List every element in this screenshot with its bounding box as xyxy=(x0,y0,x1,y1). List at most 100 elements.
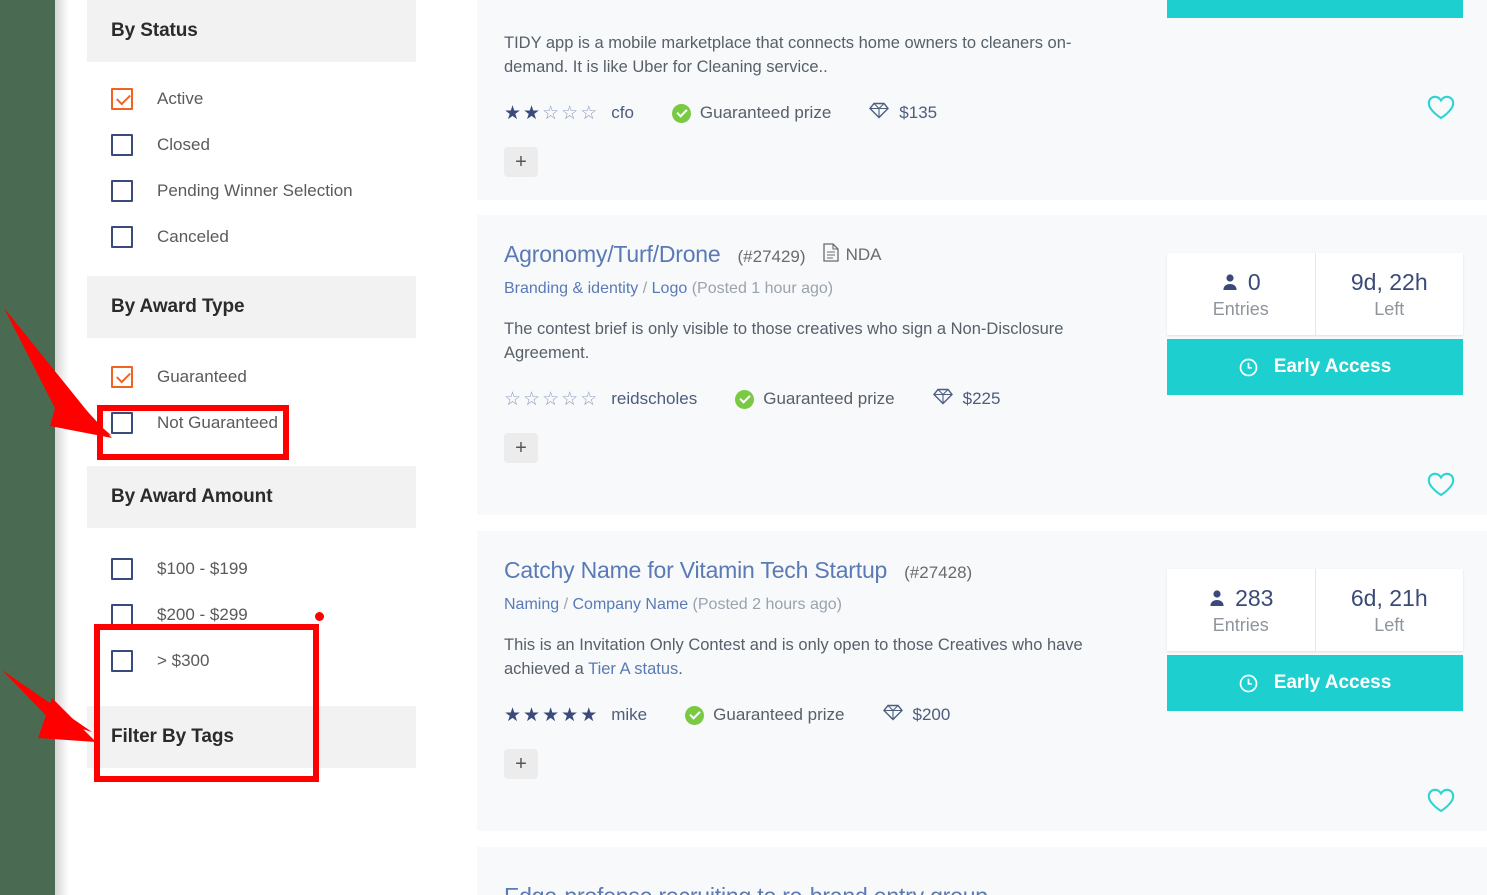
early-access-label: Early Access xyxy=(1273,356,1392,377)
checkbox-option-canceled[interactable]: Canceled xyxy=(111,222,392,252)
diamond-icon xyxy=(869,102,890,124)
filter-section-title-by-award-amount: By Award Amount xyxy=(87,466,416,528)
entries-label: Entries xyxy=(1212,614,1269,635)
check-circle-icon xyxy=(735,389,755,409)
checkbox-label-guaranteed: Guaranteed xyxy=(157,367,247,386)
guaranteed-prize-label: Guaranteed prize xyxy=(713,705,845,725)
add-to-list-button[interactable]: + xyxy=(504,146,538,177)
contest-breadcrumb: Naming / Company Name (Posted 2 hours ag… xyxy=(504,596,842,613)
checkbox-option-active[interactable]: Active xyxy=(111,84,392,114)
checkbox-pending-winner-selection[interactable] xyxy=(111,180,133,202)
filter-options-by-status: Active Closed Pending Winner Selection C… xyxy=(87,62,416,276)
diamond-icon xyxy=(932,388,953,410)
nda-label: NDA xyxy=(845,245,882,264)
annotation-dot xyxy=(315,612,324,621)
check-circle-icon xyxy=(671,103,691,123)
filter-section-by-status: By Status Active Closed Pending Winner S… xyxy=(87,0,416,276)
contest-title[interactable]: Catchy Name for Vitamin Tech Startup xyxy=(504,557,887,584)
contest-description: TIDY app is a mobile marketplace that co… xyxy=(504,34,1072,76)
early-access-label: Early Access xyxy=(1273,672,1392,693)
prize-amount: $135 xyxy=(869,102,937,124)
prize-amount: $225 xyxy=(932,388,1001,410)
clock-icon xyxy=(1239,674,1258,693)
breadcrumb-subcategory[interactable]: Company Name xyxy=(572,596,688,613)
contest-card[interactable]: Agronomy/Turf/Drone (#27429) NDA Brandin… xyxy=(477,215,1487,515)
breadcrumb-subcategory[interactable]: Logo xyxy=(652,280,688,297)
early-access-button[interactable]: Early Access xyxy=(1167,339,1463,395)
entries-value: 283 xyxy=(1208,585,1273,612)
time-left-stat: 9d, 22h Left xyxy=(1314,253,1464,335)
checkbox-canceled[interactable] xyxy=(111,226,133,248)
contest-id: (#27428) xyxy=(904,563,973,582)
breadcrumb-category[interactable]: Branding & identity xyxy=(504,280,638,297)
tier-a-status-link[interactable]: Tier A status xyxy=(588,660,678,678)
contest-holder-username[interactable]: reidscholes xyxy=(611,389,697,409)
checkbox-200-299[interactable] xyxy=(111,604,133,626)
annotation-arrow-guaranteed xyxy=(4,308,112,438)
diamond-icon xyxy=(882,704,903,726)
time-left-label: Left xyxy=(1374,298,1405,319)
entries-value: 0 xyxy=(1221,269,1261,296)
annotation-arrow-award-amount xyxy=(2,670,96,742)
contest-card[interactable]: Edge-profense recruiting to re-brand ent… xyxy=(477,847,1487,895)
early-access-button[interactable]: Early Access xyxy=(1167,0,1463,18)
guaranteed-prize-label: Guaranteed prize xyxy=(763,389,895,409)
rating-stars: ★ ★ ☆ ☆ ☆ xyxy=(504,102,600,124)
contest-stats: 0 Entries 9d, 22h Left xyxy=(1167,253,1463,335)
prize-amount-value: $225 xyxy=(962,389,1001,409)
contest-holder-username[interactable]: cfo xyxy=(611,103,634,123)
time-left-value: 6d, 21h xyxy=(1350,584,1428,611)
guaranteed-prize-badge: Guaranteed prize xyxy=(671,103,832,123)
nda-badge: NDA xyxy=(822,243,882,267)
document-icon xyxy=(822,243,839,267)
entries-stat: 283 Entries xyxy=(1167,569,1315,651)
person-icon xyxy=(1221,273,1239,291)
early-access-button[interactable]: Early Access xyxy=(1167,655,1463,711)
checkbox-option-guaranteed[interactable]: Guaranteed xyxy=(111,362,392,392)
contest-card[interactable]: Catchy Name for Vitamin Tech Startup (#2… xyxy=(477,531,1487,831)
rating-stars: ☆ ☆ ☆ ☆ ☆ xyxy=(504,388,600,410)
add-to-list-button[interactable]: + xyxy=(504,748,538,779)
favorite-heart-icon[interactable] xyxy=(1427,472,1455,502)
checkbox-label-canceled: Canceled xyxy=(157,227,229,246)
entries-stat: 0 Entries xyxy=(1167,253,1315,335)
person-icon xyxy=(1208,589,1226,607)
contest-title[interactable]: Edge-profense recruiting to re-brand ent… xyxy=(504,883,988,895)
guaranteed-prize-label: Guaranteed prize xyxy=(699,103,832,123)
annotation-box-award-amount xyxy=(94,624,319,782)
checkbox-label-closed: Closed xyxy=(157,135,210,154)
contest-description: The contest brief is only visible to tho… xyxy=(504,320,1064,362)
checkbox-label-100-199: $100 - $199 xyxy=(157,559,248,578)
prize-amount: $200 xyxy=(882,704,951,726)
checkbox-closed[interactable] xyxy=(111,134,133,156)
early-access-label: Early Access xyxy=(1274,0,1392,1)
contest-card[interactable]: TIDY app is a mobile marketplace that co… xyxy=(477,0,1487,200)
checkbox-option-100-199[interactable]: $100 - $199 xyxy=(111,554,392,584)
add-to-list-button[interactable]: + xyxy=(504,432,538,463)
contest-description: This is an Invitation Only Contest and i… xyxy=(504,636,1083,678)
posted-time: (Posted 1 hour ago) xyxy=(691,280,834,297)
contest-title[interactable]: Agronomy/Turf/Drone xyxy=(504,241,721,268)
contest-holder-username[interactable]: mike xyxy=(611,705,647,725)
filter-section-title-by-status: By Status xyxy=(87,0,416,62)
favorite-heart-icon[interactable] xyxy=(1427,788,1455,818)
check-circle-icon xyxy=(685,705,705,725)
rating-stars: ★ ★ ★ ★ ★ xyxy=(504,704,600,726)
contest-list: TIDY app is a mobile marketplace that co… xyxy=(477,0,1487,895)
prize-amount-value: $200 xyxy=(912,705,951,725)
favorite-heart-icon[interactable] xyxy=(1427,95,1455,125)
posted-time: (Posted 2 hours ago) xyxy=(692,596,842,613)
time-left-label: Left xyxy=(1374,614,1405,635)
checkbox-label-pending-winner-selection: Pending Winner Selection xyxy=(157,181,353,200)
contest-breadcrumb: Branding & identity / Logo (Posted 1 hou… xyxy=(504,280,834,297)
checkbox-option-closed[interactable]: Closed xyxy=(111,130,392,160)
contest-stats: 283 Entries 6d, 21h Left xyxy=(1167,569,1463,651)
prize-amount-value: $135 xyxy=(899,103,938,123)
checkbox-100-199[interactable] xyxy=(111,558,133,580)
guaranteed-prize-badge: Guaranteed prize xyxy=(685,705,845,725)
checkbox-option-pending-winner-selection[interactable]: Pending Winner Selection xyxy=(111,176,392,206)
checkbox-active[interactable] xyxy=(111,88,133,110)
breadcrumb-category[interactable]: Naming xyxy=(504,596,559,613)
entries-label: Entries xyxy=(1212,298,1269,319)
annotation-box-guaranteed xyxy=(97,405,289,460)
